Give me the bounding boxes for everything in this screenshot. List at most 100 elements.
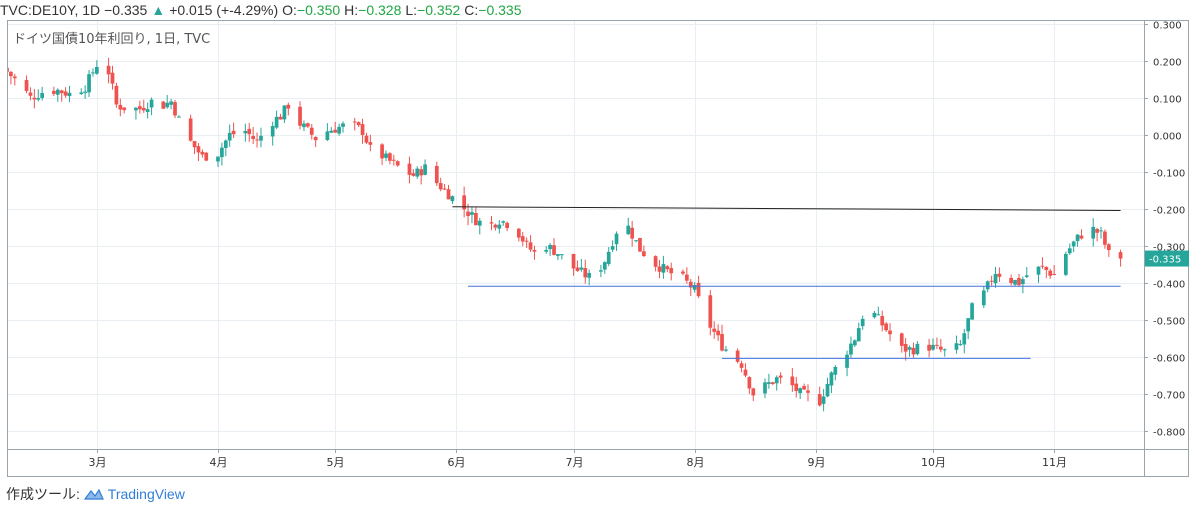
up-arrow-icon: ▲ [151, 2, 166, 18]
candle-body [270, 126, 275, 137]
candle-body [91, 72, 95, 74]
candle-body [583, 268, 588, 278]
candle-body [954, 343, 959, 350]
grid-lines [7, 20, 1144, 449]
candle-body [177, 116, 181, 118]
candle-body [634, 240, 638, 242]
candle-body [59, 90, 64, 94]
candle-body [743, 369, 748, 376]
candle-body [853, 340, 857, 346]
candle-body [196, 146, 201, 153]
candlestick-chart[interactable]: 0.3000.2000.1000.000-0.100-0.200-0.300-0… [5, 20, 1189, 477]
candle-body [806, 390, 810, 393]
candle-body [145, 109, 150, 112]
candle-body [12, 76, 17, 79]
candle-body [505, 222, 509, 229]
candle-body [1021, 279, 1025, 285]
candle-body [931, 344, 935, 350]
candle-body [337, 126, 341, 134]
candle-body [220, 147, 224, 158]
symbol-label[interactable]: TVC:DE10Y, 1D [0, 2, 100, 18]
x-tick-label: 5月 [327, 456, 345, 469]
price-axis[interactable]: 0.3000.2000.1000.000-0.100-0.200-0.300-0… [1144, 21, 1185, 439]
candle-body [829, 372, 834, 386]
credit-prefix: 作成ツール: [6, 486, 80, 502]
candle-body [602, 262, 607, 270]
candle-body [423, 164, 427, 175]
candle-body [497, 224, 502, 229]
candle-body [1048, 270, 1053, 276]
high-label: H: [344, 2, 359, 18]
candle-body [911, 347, 916, 355]
x-tick-label: 11月 [1042, 456, 1067, 469]
candle-body [1099, 230, 1103, 232]
candle-body [876, 314, 881, 316]
candle-body [630, 227, 635, 239]
candle-body [684, 274, 689, 281]
candle-body [657, 266, 662, 272]
candle-body [110, 72, 115, 84]
candle-body [223, 140, 228, 148]
x-tick-label: 9月 [808, 456, 826, 469]
candle-body [935, 344, 939, 346]
last-price: −0.335 [104, 2, 148, 18]
candle-body [1013, 280, 1017, 285]
candle-body [352, 121, 357, 123]
candle-body [450, 196, 455, 202]
candle-body [665, 266, 670, 270]
candle-body [388, 153, 392, 161]
candle-body [55, 89, 60, 95]
candle-body [880, 316, 885, 326]
candle-body [559, 254, 564, 256]
candle-body [552, 245, 556, 255]
candle-body [661, 264, 666, 273]
candle-body [720, 333, 724, 351]
tradingview-logo-icon[interactable] [83, 486, 104, 506]
candle-body [329, 130, 334, 133]
candle-body [989, 280, 994, 282]
candle-body [247, 128, 252, 135]
tradingview-brand[interactable]: TradingView [108, 486, 185, 502]
candle-body [1067, 248, 1072, 254]
candle-body [735, 350, 740, 362]
quote-header: TVC:DE10Y, 1D −0.335 ▲ +0.015 (+-4.29%) O:−0… [0, 0, 1200, 20]
time-axis[interactable]: 3月 4月 5月 6月 7月 8月 9月 10月 11月 [89, 449, 1068, 469]
last-price-tag: -0.335 [1145, 250, 1189, 267]
candle-body [302, 123, 306, 128]
candle-body [141, 107, 146, 111]
candle-body [134, 107, 138, 111]
candle-body [384, 153, 388, 158]
candle-body [1091, 226, 1096, 239]
candle-body [161, 101, 166, 109]
candle-body [231, 130, 236, 135]
candle-body [415, 168, 420, 177]
candle-body [446, 189, 451, 200]
low-value: −0.352 [417, 2, 461, 18]
candle-body [532, 249, 537, 252]
candle-body [692, 284, 697, 290]
candle-body [282, 105, 287, 120]
candle-body [438, 183, 443, 190]
y-tick-label: -0.200 [1153, 206, 1185, 217]
candle-body [849, 343, 853, 355]
candle-body [520, 236, 525, 242]
price-tag-label: -0.335 [1149, 255, 1181, 266]
candle-body [587, 272, 592, 278]
candle-body [274, 116, 279, 128]
chart-container[interactable]: 0.300 0.200 0.100 0.000 -0.100 -0.200 -0.300 -0… [5, 20, 1189, 477]
footer-credit: 作成ツール: TradingView [6, 484, 185, 506]
candle-body [411, 173, 416, 176]
candle-body [903, 343, 908, 352]
candle-body [966, 318, 971, 332]
candle-body [341, 123, 345, 127]
candle-body [708, 295, 713, 328]
candle-body [516, 228, 521, 238]
candle-body [606, 251, 611, 264]
x-tick-label: 3月 [89, 456, 107, 469]
candle-body [962, 333, 967, 345]
candle-body [474, 212, 478, 226]
candle-body [118, 104, 123, 110]
candle-body [1063, 253, 1068, 275]
candle-body [309, 127, 314, 135]
candle-body [87, 74, 91, 93]
